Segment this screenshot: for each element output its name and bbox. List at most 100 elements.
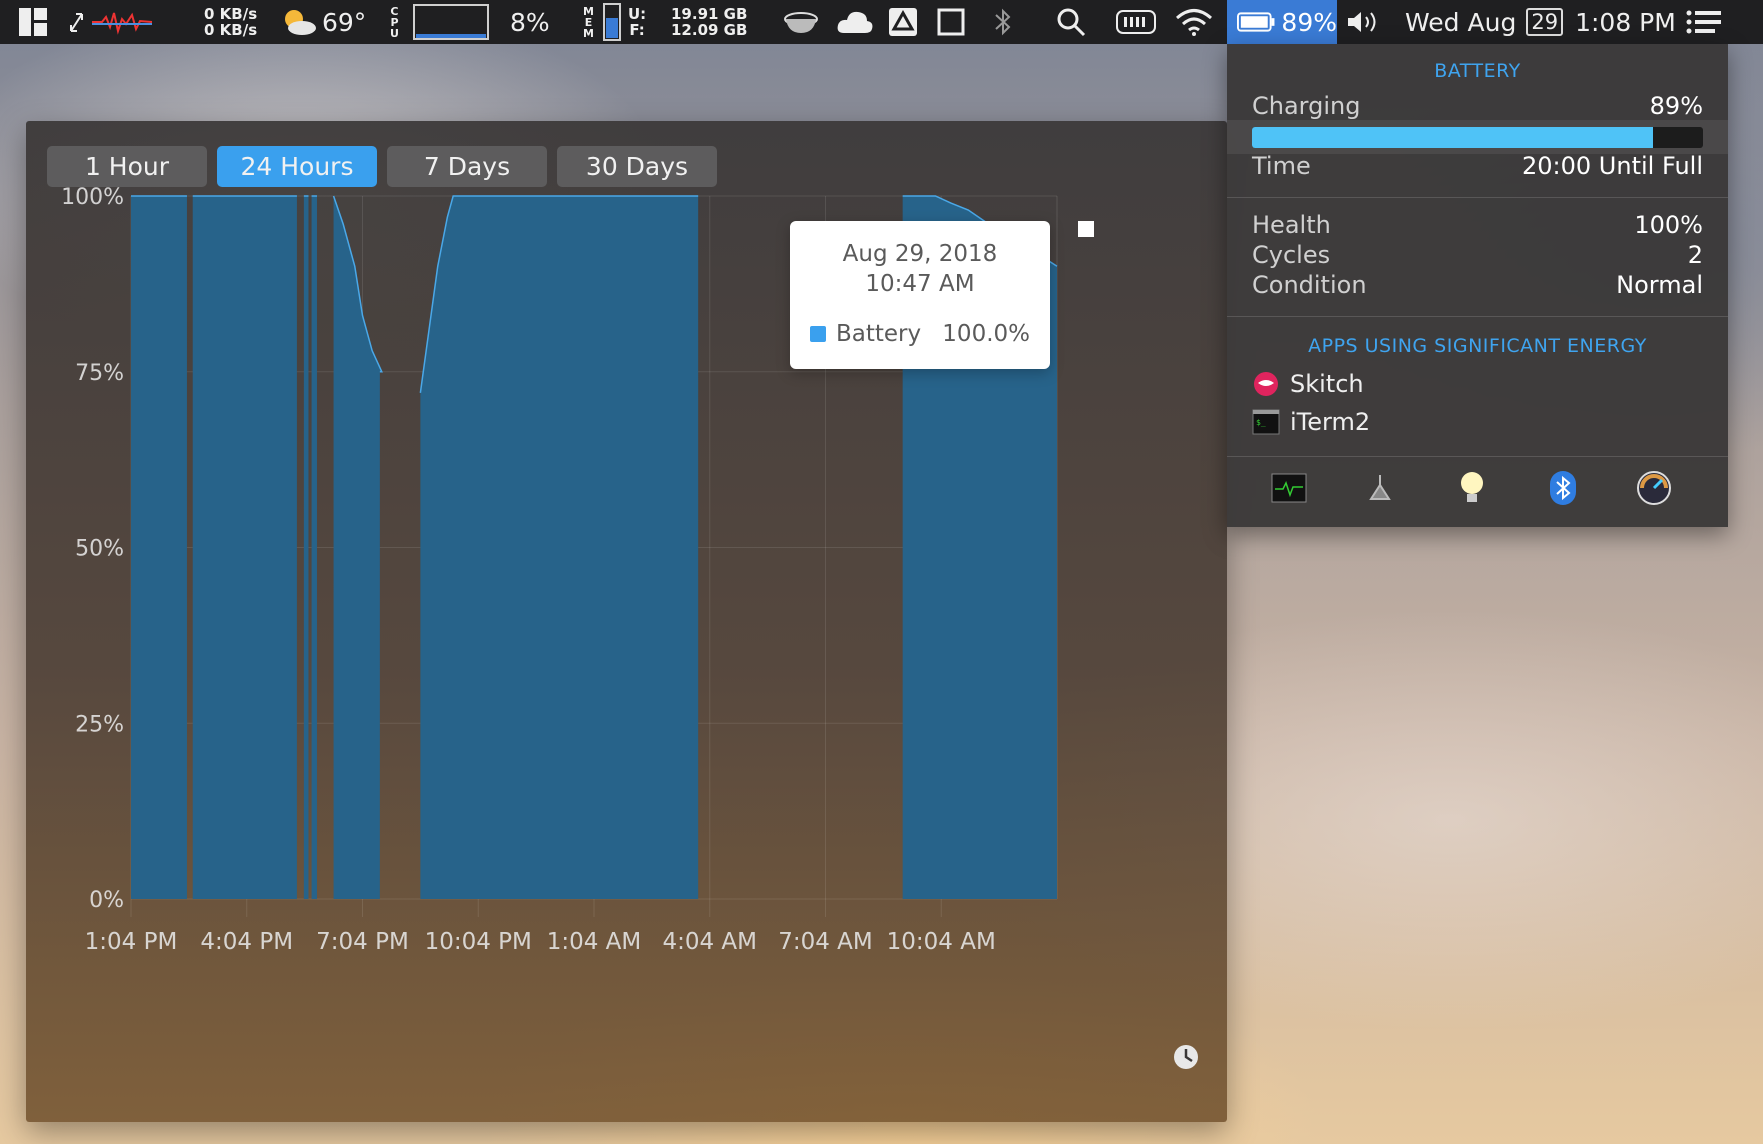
status-label: Charging	[1252, 92, 1361, 120]
app-item-iterm2[interactable]: $_ iTerm2	[1252, 408, 1370, 436]
chart-tooltip: Aug 29, 2018 10:47 AM Battery 100.0%	[790, 221, 1050, 369]
app-item-skitch[interactable]: Skitch	[1252, 370, 1364, 398]
net-up-text: 0 KB/s	[204, 5, 258, 23]
divider	[1227, 316, 1728, 317]
wifi-icon[interactable]	[1174, 0, 1214, 44]
bluetooth-icon[interactable]	[992, 0, 1014, 44]
divider	[1227, 456, 1728, 457]
cpu-graph-icon[interactable]	[413, 0, 489, 44]
grid-layout-icon[interactable]	[18, 0, 48, 44]
x-tick-label: 1:04 PM	[85, 929, 178, 955]
mem-letter: M	[583, 4, 594, 18]
x-tick-label: 1:04 AM	[547, 929, 642, 955]
tooltip-series-name: Battery	[836, 321, 922, 347]
temperature-value: 69°	[322, 7, 367, 37]
app-name: iTerm2	[1290, 408, 1371, 436]
mem-label: M E M	[583, 0, 594, 44]
cpu-letter: C	[390, 4, 399, 18]
light-bulb-icon[interactable]	[1453, 469, 1491, 507]
condition-value: Normal	[1616, 271, 1703, 299]
weather-icon[interactable]	[278, 0, 318, 44]
status-row: Charging 89%	[1252, 92, 1703, 120]
battery-area-segment	[420, 196, 699, 899]
iterm2-app-icon: $_	[1252, 409, 1280, 435]
cpu-label: C P U	[390, 0, 399, 44]
cleaner-icon[interactable]	[1361, 469, 1399, 507]
memory-values[interactable]: 19.91 GB 12.09 GB	[671, 0, 747, 44]
tooltip-value: 100.0%	[942, 321, 1030, 347]
condition-label: Condition	[1252, 271, 1367, 299]
health-row: Health 100%	[1252, 211, 1703, 239]
disk-speed-icon[interactable]	[1635, 469, 1673, 507]
clock-icon[interactable]	[1174, 1045, 1198, 1069]
cursor-arrows-icon[interactable]	[68, 0, 86, 44]
crop-icon[interactable]	[936, 0, 966, 44]
x-tick-label: 10:04 PM	[425, 929, 532, 955]
mem-used-value: 19.91 GB	[671, 5, 748, 23]
mem-free-value: 12.09 GB	[671, 21, 748, 39]
hover-marker	[1078, 221, 1094, 237]
cloud-icon[interactable]	[836, 0, 874, 44]
apps-header: APPS USING SIGNIFICANT ENERGY	[1308, 335, 1647, 357]
cpu-percent[interactable]: 8%	[510, 0, 550, 44]
mem-used-label: U:	[628, 5, 647, 23]
activity-graph-icon[interactable]	[92, 0, 152, 44]
cycles-value: 2	[1687, 241, 1703, 269]
battery-area-segment	[333, 196, 382, 899]
volume-icon[interactable]	[1346, 0, 1382, 44]
mem-uf-labels: U: F:	[628, 0, 646, 44]
mem-free-label: F:	[629, 21, 645, 39]
svg-text:$_: $_	[1256, 418, 1266, 427]
health-label: Health	[1252, 211, 1331, 239]
cycles-row: Cycles 2	[1252, 241, 1703, 269]
battery-area-segment	[192, 196, 297, 899]
y-tick-label: 25%	[75, 712, 124, 737]
list-menu-icon[interactable]	[1686, 0, 1722, 44]
battery-icon	[1237, 12, 1275, 32]
time-label: Time	[1252, 152, 1311, 180]
temperature-text[interactable]: 69°	[322, 0, 366, 44]
date-badge: 29	[1526, 8, 1564, 36]
bluetooth-icon[interactable]	[1544, 469, 1582, 507]
tooltip-time: 10:47 AM	[865, 271, 975, 297]
battery-menu[interactable]: 89%	[1227, 0, 1337, 44]
month-text: Aug	[1467, 7, 1517, 37]
x-axis-ticks: 1:04 PM 4:04 PM 7:04 PM 10:04 PM 1:04 AM 4:04…	[85, 929, 996, 955]
cpu-letter: P	[390, 15, 399, 29]
battery-area-segment	[311, 196, 317, 899]
time-value: 20:00 Until Full	[1522, 152, 1703, 180]
keyboard-icon[interactable]	[1116, 0, 1156, 44]
charge-bar-fill	[1252, 127, 1654, 148]
drive-icon[interactable]	[888, 0, 918, 44]
mem-letter: M	[583, 26, 594, 40]
battery-area-segment	[303, 196, 309, 899]
network-speed[interactable]: 0 KB/s 0 KB/s	[204, 0, 257, 44]
y-tick-label: 50%	[75, 537, 124, 562]
y-tick-label: 100%	[61, 185, 124, 210]
time-text: 1:08 PM	[1575, 7, 1676, 37]
mem-letter: E	[584, 15, 593, 29]
time-row: Time 20:00 Until Full	[1252, 152, 1703, 180]
net-down-text: 0 KB/s	[204, 21, 258, 39]
battery-history-window: 1 Hour 24 Hours 7 Days 30 Days 100% 75% 50…	[26, 121, 1227, 1122]
x-tick-label: 7:04 AM	[778, 929, 873, 955]
y-axis-ticks: 100% 75% 50% 25% 0%	[61, 185, 124, 913]
coffee-cup-icon[interactable]	[782, 0, 820, 44]
status-value: 89%	[1649, 92, 1703, 120]
cpu-percent-value: 8%	[510, 7, 550, 37]
y-tick-label: 0%	[89, 888, 124, 913]
y-tick-label: 75%	[75, 361, 124, 386]
app-name: Skitch	[1290, 370, 1364, 398]
memory-bar-icon[interactable]	[603, 0, 621, 44]
condition-row: Condition Normal	[1252, 271, 1703, 299]
battery-area-segment	[131, 196, 187, 899]
clock-date[interactable]: Wed Aug 29 1:08 PM	[1405, 0, 1676, 44]
search-icon[interactable]	[1056, 0, 1086, 44]
health-value: 100%	[1634, 211, 1703, 239]
battery-percent-value: 89%	[1281, 7, 1337, 37]
charge-bar	[1252, 127, 1703, 148]
menu-bar: 0 KB/s 0 KB/s 69° C P U 8% M E M U: F: 1…	[0, 0, 1763, 44]
activity-monitor-icon[interactable]	[1270, 469, 1308, 507]
tooltip-date: Aug 29, 2018	[842, 241, 998, 267]
cycles-label: Cycles	[1252, 241, 1331, 269]
